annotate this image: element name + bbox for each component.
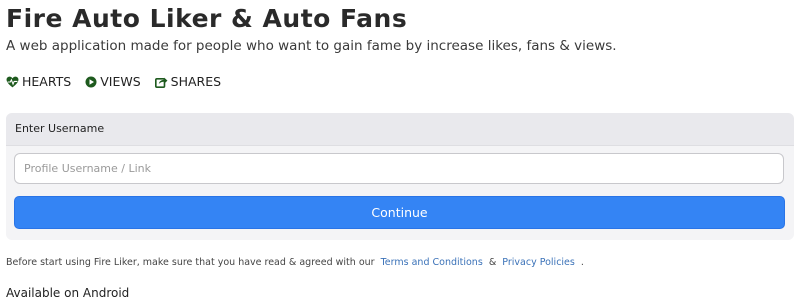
terms-note: Before start using Fire Liker, make sure…: [6, 257, 584, 268]
heartbeat-icon: [6, 76, 19, 87]
stat-views-label: VIEWS: [100, 74, 141, 89]
stat-hearts: HEARTS: [6, 74, 71, 89]
stat-hearts-label: HEARTS: [22, 74, 72, 89]
stat-views: VIEWS: [85, 74, 141, 89]
stats-row: HEARTS VIEWS SHARES: [6, 74, 235, 89]
stat-shares-label: SHARES: [170, 74, 222, 89]
terms-note-text: Before start using Fire Liker, make sure…: [6, 257, 375, 268]
play-circle-icon: [85, 76, 97, 87]
terms-note-period: .: [580, 257, 584, 268]
page-title: Fire Auto Liker & Auto Fans: [6, 4, 408, 33]
stat-shares: SHARES: [154, 74, 222, 89]
username-input[interactable]: [14, 153, 784, 184]
continue-button[interactable]: Continue: [14, 196, 785, 229]
terms-ampersand: &: [488, 257, 497, 268]
privacy-link[interactable]: Privacy Policies: [502, 257, 575, 268]
page-subtitle: A web application made for people who wa…: [6, 38, 617, 54]
share-icon: [154, 77, 168, 88]
terms-link[interactable]: Terms and Conditions: [381, 257, 483, 268]
username-card: Enter Username Continue: [6, 113, 794, 240]
card-header: Enter Username: [6, 113, 794, 146]
android-availability: Available on Android: [6, 286, 130, 300]
